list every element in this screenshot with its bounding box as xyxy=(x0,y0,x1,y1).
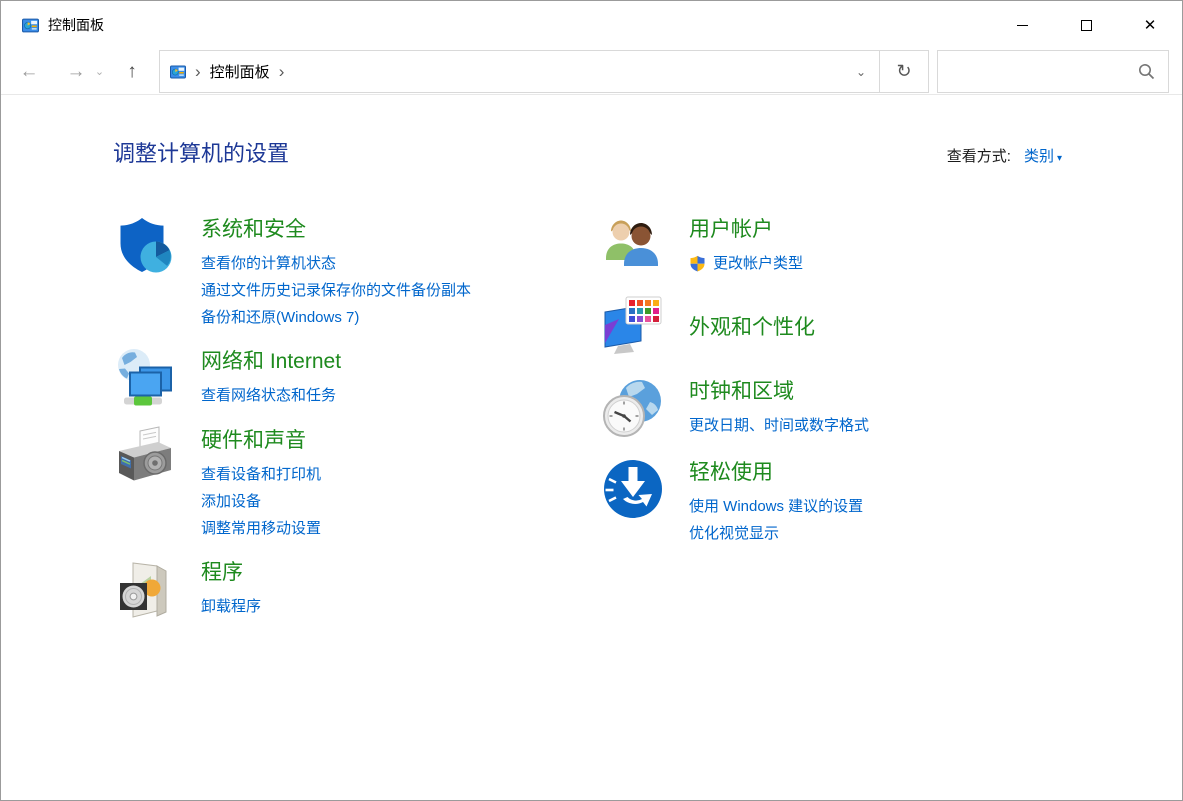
category-title-programs[interactable]: 程序 xyxy=(201,558,261,588)
arrow-left-icon: ← xyxy=(20,61,39,83)
control-panel-icon xyxy=(170,64,186,80)
link-change-account-type[interactable]: 更改帐户类型 xyxy=(713,250,803,277)
system-security-shield-icon[interactable] xyxy=(113,214,177,278)
category-user-accounts: 用户帐户 更改帐户类型 xyxy=(601,214,1182,278)
category-text: 轻松使用 使用 Windows 建议的设置 优化视觉显示 xyxy=(689,457,863,547)
link-view-computer-status[interactable]: 查看你的计算机状态 xyxy=(201,250,471,277)
refresh-button[interactable]: ↻ xyxy=(879,50,929,93)
category-programs: 程序 卸载程序 xyxy=(113,557,601,621)
category-text: 网络和 Internet 查看网络状态和任务 xyxy=(201,346,341,410)
navigation-bar: ← → ⌄ ↑ › 控制面板 › ⌄ ↻ xyxy=(1,49,1182,95)
category-title-system-security[interactable]: 系统和安全 xyxy=(201,215,471,245)
link-windows-suggested-settings[interactable]: 使用 Windows 建议的设置 xyxy=(689,493,863,520)
category-column-left: 系统和安全 查看你的计算机状态 通过文件历史记录保存你的文件备份副本 备份和还原… xyxy=(113,214,601,636)
category-text: 用户帐户 更改帐户类型 xyxy=(689,214,803,278)
arrow-up-icon: ↑ xyxy=(127,61,137,83)
category-text: 系统和安全 查看你的计算机状态 通过文件历史记录保存你的文件备份副本 备份和还原… xyxy=(201,214,471,331)
programs-software-box-icon[interactable] xyxy=(113,557,177,621)
forward-button[interactable]: → xyxy=(61,61,91,83)
up-button[interactable]: ↑ xyxy=(117,61,147,83)
category-text: 时钟和区域 更改日期、时间或数字格式 xyxy=(689,376,869,440)
appearance-personalization-icon[interactable] xyxy=(601,295,665,359)
category-text: 硬件和声音 查看设备和打印机 添加设备 调整常用移动设置 xyxy=(201,425,321,542)
control-panel-icon xyxy=(22,17,39,34)
link-view-devices-printers[interactable]: 查看设备和打印机 xyxy=(201,461,321,488)
search-box xyxy=(937,50,1169,93)
link-backup-restore-windows7[interactable]: 备份和还原(Windows 7) xyxy=(201,304,471,331)
link-file-history-backup[interactable]: 通过文件历史记录保存你的文件备份副本 xyxy=(201,277,471,304)
category-list: 系统和安全 查看你的计算机状态 通过文件历史记录保存你的文件备份副本 备份和还原… xyxy=(113,214,1182,636)
caret-down-icon: ▾ xyxy=(1057,153,1062,164)
category-text: 外观和个性化 xyxy=(689,312,815,343)
maximize-icon xyxy=(1081,20,1092,31)
category-title-hardware-sound[interactable]: 硬件和声音 xyxy=(201,426,321,456)
recent-pages-button[interactable]: ⌄ xyxy=(91,65,108,78)
view-by-dropdown[interactable]: 类别 xyxy=(1024,148,1054,165)
category-appearance-personalization: 外观和个性化 xyxy=(601,295,1182,359)
window-title: 控制面板 xyxy=(48,15,104,35)
link-adjust-mobility-settings[interactable]: 调整常用移动设置 xyxy=(201,515,321,542)
view-by: 查看方式: 类别▾ xyxy=(947,145,1062,166)
category-hardware-sound: 硬件和声音 查看设备和打印机 添加设备 调整常用移动设置 xyxy=(113,425,601,542)
link-add-device[interactable]: 添加设备 xyxy=(201,488,321,515)
link-row: 更改帐户类型 xyxy=(689,250,803,277)
category-title-clock-region[interactable]: 时钟和区域 xyxy=(689,377,869,407)
uac-shield-icon xyxy=(689,255,706,272)
view-by-label: 查看方式: xyxy=(947,148,1011,165)
link-optimize-visual-display[interactable]: 优化视觉显示 xyxy=(689,520,863,547)
user-accounts-people-icon[interactable] xyxy=(601,214,665,278)
breadcrumb-separator-icon: › xyxy=(186,63,210,80)
arrow-right-icon: → xyxy=(67,61,86,83)
ease-of-access-icon[interactable] xyxy=(601,457,665,521)
category-title-ease-of-access[interactable]: 轻松使用 xyxy=(689,458,863,488)
category-network-internet: 网络和 Internet 查看网络状态和任务 xyxy=(113,346,601,410)
category-ease-of-access: 轻松使用 使用 Windows 建议的设置 优化视觉显示 xyxy=(601,457,1182,547)
chevron-down-icon: ⌄ xyxy=(856,65,866,79)
category-title-user-accounts[interactable]: 用户帐户 xyxy=(689,215,803,245)
clock-region-icon[interactable] xyxy=(601,376,665,440)
address-dropdown-button[interactable]: ⌄ xyxy=(843,51,879,92)
link-uninstall-program[interactable]: 卸载程序 xyxy=(201,593,261,620)
page-title: 调整计算机的设置 xyxy=(113,136,289,168)
category-text: 程序 卸载程序 xyxy=(201,557,261,621)
category-clock-region: 时钟和区域 更改日期、时间或数字格式 xyxy=(601,376,1182,440)
category-system-security: 系统和安全 查看你的计算机状态 通过文件历史记录保存你的文件备份副本 备份和还原… xyxy=(113,214,601,331)
chevron-down-icon: ⌄ xyxy=(95,65,104,78)
page-header: 调整计算机的设置 查看方式: 类别▾ xyxy=(113,136,1062,168)
category-title-appearance-personalization[interactable]: 外观和个性化 xyxy=(689,313,815,343)
back-button[interactable]: ← xyxy=(14,61,44,83)
maximize-button[interactable] xyxy=(1054,1,1118,49)
network-internet-icon[interactable] xyxy=(113,346,177,410)
search-icon[interactable] xyxy=(1138,63,1155,80)
window-controls: ✕ xyxy=(990,1,1182,49)
category-title-network-internet[interactable]: 网络和 Internet xyxy=(201,347,341,377)
control-panel-window: 控制面板 ✕ ← → ⌄ ↑ › 控制面板 › ⌄ ↻ xyxy=(0,0,1183,801)
hardware-sound-printer-icon[interactable] xyxy=(113,425,177,489)
close-icon: ✕ xyxy=(1144,18,1157,33)
breadcrumb-separator-icon[interactable]: › xyxy=(270,63,294,80)
category-column-right: 用户帐户 更改帐户类型 xyxy=(601,214,1182,636)
breadcrumb-control-panel[interactable]: 控制面板 xyxy=(210,61,270,82)
link-view-network-status[interactable]: 查看网络状态和任务 xyxy=(201,382,341,409)
title-bar: 控制面板 ✕ xyxy=(1,1,1182,49)
address-bar[interactable]: › 控制面板 › ⌄ xyxy=(159,50,880,93)
search-input[interactable] xyxy=(938,63,1138,80)
minimize-icon xyxy=(1017,25,1028,26)
refresh-icon: ↻ xyxy=(896,61,911,82)
minimize-button[interactable] xyxy=(990,1,1054,49)
close-button[interactable]: ✕ xyxy=(1118,1,1182,49)
link-change-date-time-formats[interactable]: 更改日期、时间或数字格式 xyxy=(689,412,869,439)
